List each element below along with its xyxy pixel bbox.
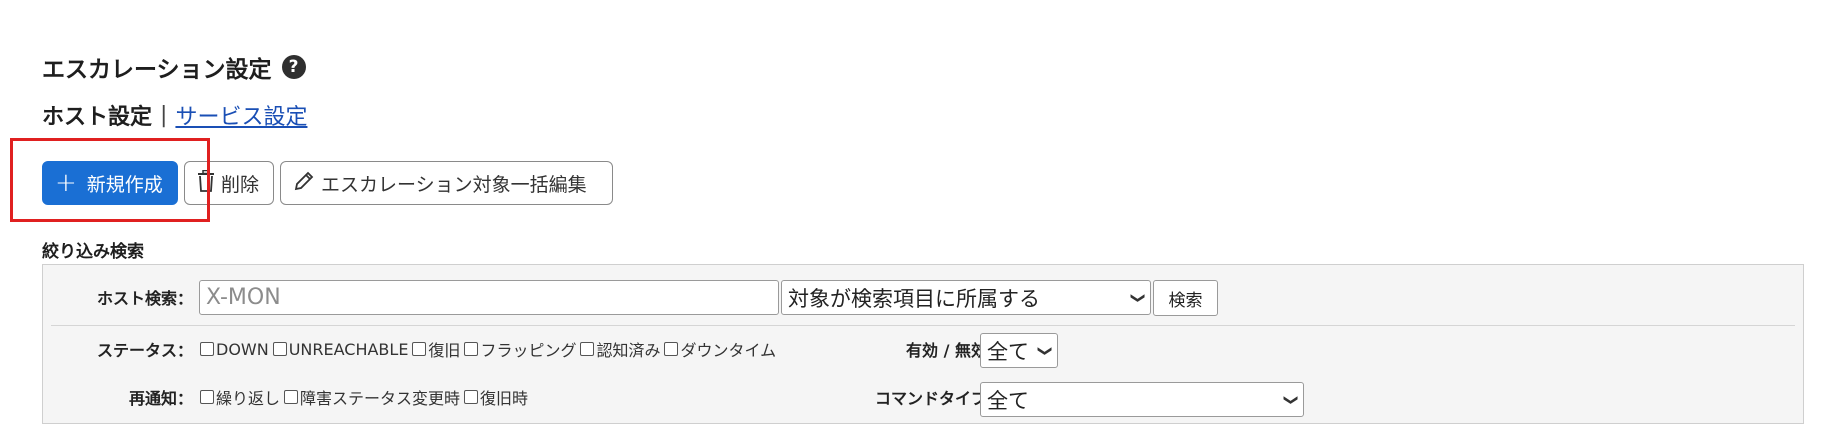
enabled-select[interactable]: 全て ❯ (980, 333, 1058, 368)
command-type-select[interactable]: 全て ❯ (980, 382, 1304, 417)
enabled-label: 有効 / 無効： (906, 341, 1003, 360)
renotify-label: 再通知： (128, 389, 193, 408)
check-label: UNREACHABLE (288, 339, 409, 359)
command-type-select-value: 全て (987, 388, 1029, 413)
chevron-down-icon: ❯ (1283, 393, 1300, 406)
page-title: エスカレーション設定 (42, 57, 272, 83)
search-button[interactable]: 検索 (1153, 280, 1218, 316)
new-button[interactable]: + 新規作成 (42, 161, 178, 205)
host-search-input[interactable] (199, 280, 779, 315)
checkbox[interactable] (200, 390, 214, 404)
delete-button-label: 削除 (221, 173, 260, 196)
check-label: 認知済み (596, 341, 661, 360)
renotify-checkboxes: 繰り返し 障害ステータス変更時 復旧時 (200, 385, 532, 409)
check-label: ダウンタイム (680, 341, 777, 360)
bulk-edit-button[interactable]: エスカレーション対象一括編集 (280, 161, 613, 205)
check-label: フラッピング (480, 341, 577, 360)
subnav-current-host-settings: ホスト設定 (42, 105, 153, 130)
status-check-down[interactable]: DOWN (200, 340, 269, 359)
check-label: 復旧時 (480, 389, 529, 408)
filter-section-label: 絞り込み検索 (42, 242, 144, 262)
host-search-label: ホスト検索： (96, 289, 193, 308)
checkbox[interactable] (580, 342, 595, 356)
checkbox[interactable] (412, 342, 427, 356)
renotify-check-status-change[interactable]: 障害ステータス変更時 (284, 385, 460, 409)
checkbox[interactable] (464, 390, 479, 404)
status-check-downtime[interactable]: ダウンタイム (664, 337, 776, 361)
subnav-link-service-settings[interactable]: サービス設定 (175, 99, 307, 131)
checkbox[interactable] (272, 342, 287, 356)
chevron-down-icon: ❯ (1037, 344, 1054, 357)
command-type-label: コマンドタイプ： (874, 389, 1003, 408)
filter-panel: ホスト検索： 対象が検索項目に所属する ❯ 検索 ステータス： DOWN UNR… (42, 264, 1804, 424)
help-icon[interactable]: ? (281, 55, 306, 79)
row-divider (51, 325, 1795, 326)
toolbar: + 新規作成 削除 エスカレーション対象一括編集 (42, 161, 613, 205)
renotify-check-repeat[interactable]: 繰り返し (200, 385, 280, 409)
trash-icon (197, 169, 215, 197)
new-button-label: 新規作成 (86, 173, 163, 196)
chevron-down-icon: ❯ (1130, 291, 1147, 304)
pencil-icon (293, 170, 315, 197)
match-select-value: 対象が検索項目に所属する (788, 286, 1040, 311)
checkbox[interactable] (284, 390, 299, 404)
checkbox[interactable] (200, 342, 214, 356)
status-label: ステータス： (96, 341, 193, 360)
page-title-row: エスカレーション設定 ? (42, 50, 306, 84)
status-check-recovery[interactable]: 復旧 (412, 337, 460, 361)
check-label: 障害ステータス変更時 (300, 389, 461, 408)
check-label: 繰り返し (216, 389, 281, 408)
status-check-flapping[interactable]: フラッピング (464, 337, 576, 361)
status-checkboxes: DOWN UNREACHABLE 復旧 フラッピング 認知済み ダウンタイム (200, 337, 780, 361)
plus-icon: + (55, 168, 77, 198)
subnav-separator: | (160, 102, 168, 128)
checkbox[interactable] (464, 342, 479, 356)
subnav: ホスト設定 | サービス設定 (42, 98, 307, 132)
enabled-select-value: 全て (987, 339, 1029, 364)
check-label: 復旧 (428, 341, 461, 360)
match-select[interactable]: 対象が検索項目に所属する ❯ (781, 280, 1151, 315)
status-check-unreachable[interactable]: UNREACHABLE (272, 339, 409, 359)
bulk-edit-button-label: エスカレーション対象一括編集 (321, 173, 587, 196)
delete-button[interactable]: 削除 (184, 161, 274, 205)
status-check-acknowledged[interactable]: 認知済み (580, 337, 660, 361)
checkbox[interactable] (664, 342, 679, 356)
renotify-check-recovery[interactable]: 復旧時 (464, 385, 528, 409)
check-label: DOWN (216, 339, 269, 359)
